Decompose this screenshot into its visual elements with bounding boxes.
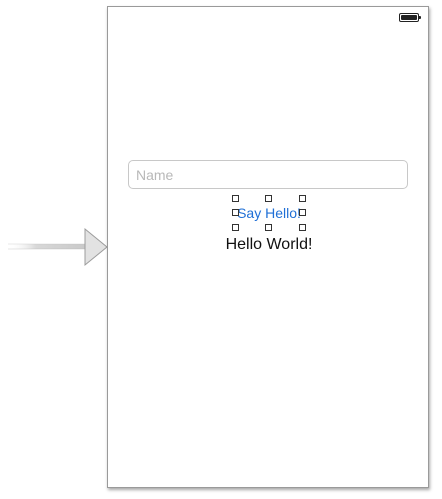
resize-handle-top-center[interactable]: [265, 195, 272, 202]
resize-handle-bottom-right[interactable]: [299, 224, 306, 231]
resize-handle-bottom-left[interactable]: [232, 224, 239, 231]
storyboard-canvas: Say Hello! Hello World!: [0, 0, 442, 499]
resize-handle-middle-right[interactable]: [299, 209, 306, 216]
resize-handle-bottom-center[interactable]: [265, 224, 272, 231]
say-hello-button[interactable]: Say Hello!: [235, 204, 303, 222]
resize-handle-top-right[interactable]: [299, 195, 306, 202]
resize-handle-top-left[interactable]: [232, 195, 239, 202]
view-controller-scene[interactable]: Say Hello! Hello World!: [107, 6, 429, 488]
battery-icon: [399, 13, 421, 22]
hello-world-label: Hello World!: [225, 236, 313, 253]
entry-point-arrow-icon[interactable]: [8, 226, 110, 268]
name-text-field[interactable]: [128, 160, 408, 189]
say-hello-selection[interactable]: Say Hello!: [232, 195, 306, 231]
resize-handle-middle-left[interactable]: [232, 209, 239, 216]
